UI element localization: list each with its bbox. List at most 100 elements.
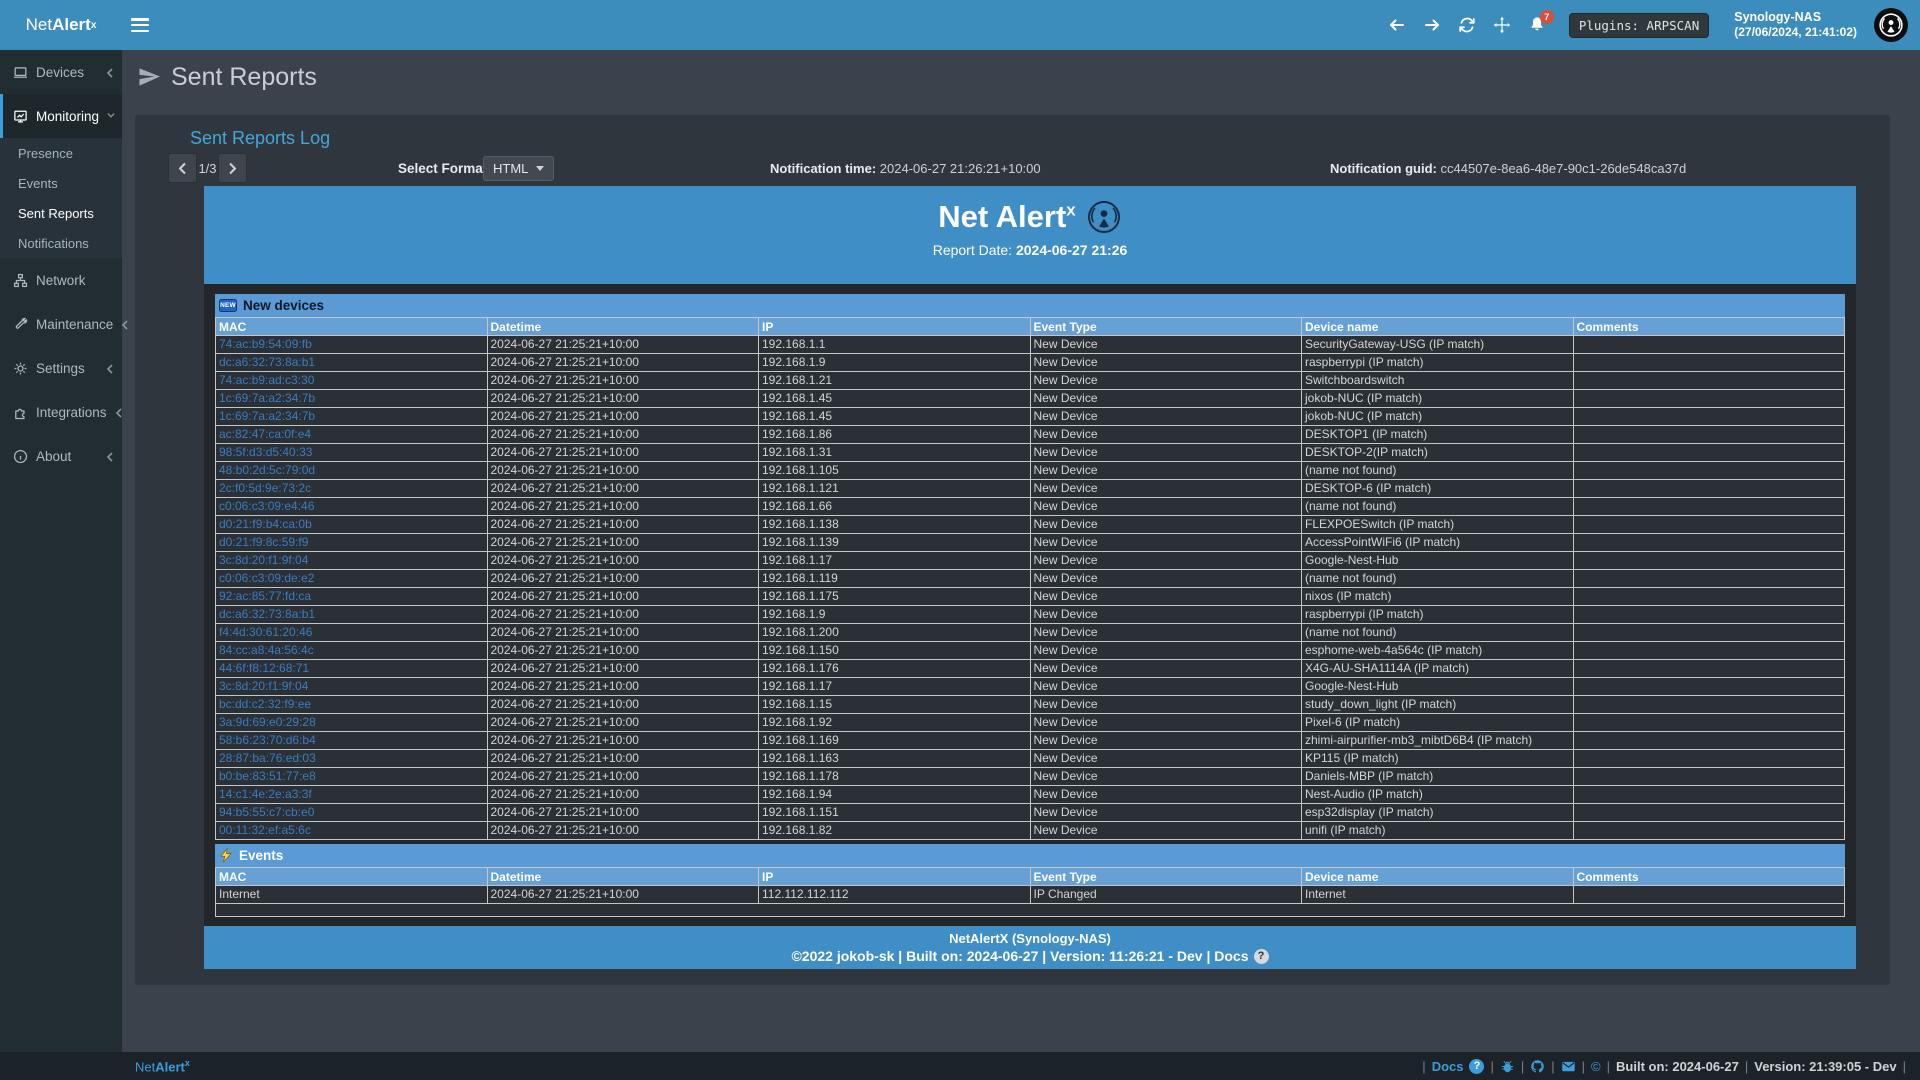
cell: 2024-06-27 21:25:21+10:00 [487, 588, 759, 606]
cell: 2024-06-27 21:25:21+10:00 [487, 696, 759, 714]
sidebar-item-notifications[interactable]: Notifications [0, 228, 122, 258]
sidebar-item-settings[interactable]: Settings [0, 346, 122, 390]
docs-help-icon[interactable]: ? [1469, 1059, 1484, 1074]
new-devices-table: MACDatetimeIPEvent TypeDevice nameCommen… [215, 317, 1845, 840]
mac-link[interactable]: 1c:69:7a:a2:34:7b [219, 391, 315, 405]
sidebar-item-sent-reports[interactable]: Sent Reports [0, 198, 122, 228]
cell: (name not found) [1302, 498, 1574, 516]
mac-link[interactable]: f4:4d:30:61:20:46 [219, 625, 312, 639]
sidebar-item-network[interactable]: Network [0, 258, 122, 302]
footer-version: Version: 21:39:05 - Dev [1754, 1059, 1896, 1074]
table-row: 44:6f:f8:12:68:71 2024-06-27 21:25:21+10:… [216, 660, 1845, 678]
mac-link[interactable]: 84:cc:a8:4a:56:4c [219, 643, 314, 657]
mac-link[interactable]: c0:06:c3:09:de:e2 [219, 571, 314, 585]
mac-link[interactable]: d0:21:f9:b4:ca:0b [219, 517, 312, 531]
table-row: bc:dd:c2:32:f9:ee 2024-06-27 21:25:21+10:… [216, 696, 1845, 714]
move-icon[interactable] [1493, 16, 1511, 34]
cell [1573, 498, 1845, 516]
email-icon[interactable] [1561, 1059, 1576, 1074]
mac-link[interactable]: 3a:9d:69:e0:29:28 [219, 715, 316, 729]
cell: jokob-NUC (IP match) [1302, 408, 1574, 426]
mac-link[interactable]: 28:87:ba:76:ed:03 [219, 751, 316, 765]
forward-arrow-icon[interactable] [1423, 16, 1441, 34]
footer-brand-link[interactable]: NetAlertx [135, 1058, 190, 1074]
mac-link[interactable]: c0:06:c3:09:e4:46 [219, 499, 314, 513]
cell: c0:06:c3:09:e4:46 [216, 498, 488, 516]
cell: 192.168.1.17 [759, 552, 1031, 570]
mac-link[interactable]: 3c:8d:20:f1:9f:04 [219, 553, 308, 567]
sidebar-item-events[interactable]: Events [0, 168, 122, 198]
table-row: ac:82:47:ca:0f:e42024-06-27 21:25:21+10:… [216, 426, 1845, 444]
cell: New Device [1030, 642, 1302, 660]
mac-link[interactable]: 14:c1:4e:2e:a3:3f [219, 787, 312, 801]
previous-page-button[interactable] [168, 153, 197, 183]
cell: 2c:f0:5d:9e:73:2c [216, 480, 488, 498]
mac-link[interactable]: 00:11:32:ef:a5:6c [219, 823, 311, 837]
github-icon[interactable] [1530, 1059, 1545, 1074]
mac-link[interactable]: dc:a6:32:73:8a:b1 [219, 355, 315, 369]
cell: New Device [1030, 624, 1302, 642]
sidebar-item-label: Maintenance [36, 317, 113, 332]
cell: 3c:8d:20:f1:9f:04 [216, 552, 488, 570]
app-logo[interactable]: NetAlertx [0, 0, 122, 50]
mac-link[interactable]: b0:be:83:51:77:e8 [219, 769, 316, 783]
cell [1573, 606, 1845, 624]
mac-link[interactable]: 74:ac:b9:ad:c3:30 [219, 373, 314, 387]
cell: 44:6f:f8:12:68:71 [216, 660, 488, 678]
mac-link[interactable]: 94:b5:55:c7:cb:e0 [219, 805, 314, 819]
report-title-alert: Alert [996, 199, 1067, 234]
mac-link[interactable]: 98:5f:d3:d5:40:33 [219, 445, 312, 459]
sidebar-item-devices[interactable]: Devices [0, 50, 122, 94]
sidebar-item-maintenance[interactable]: Maintenance [0, 302, 122, 346]
mac-link[interactable]: 48:b0:2d:5c:79:0d [219, 463, 315, 477]
cell: New Device [1030, 570, 1302, 588]
column-header: Device name [1302, 868, 1574, 886]
cell: KP115 (IP match) [1302, 750, 1574, 768]
cell: unifi (IP match) [1302, 822, 1574, 840]
cell: 192.168.1.9 [759, 606, 1031, 624]
notification-guid-label: Notification guid: [1330, 161, 1437, 176]
table-row: 3c:8d:20:f1:9f:042024-06-27 21:25:21+10:… [216, 678, 1845, 696]
plugins-status-badge[interactable]: Plugins: ARPSCAN [1569, 13, 1709, 38]
column-header: MAC [216, 318, 488, 336]
cell [1573, 372, 1845, 390]
mac-link[interactable]: 74:ac:b9:54:09:fb [219, 337, 312, 351]
bug-report-icon[interactable] [1500, 1059, 1515, 1074]
mac-link[interactable]: 44:6f:f8:12:68:71 [219, 661, 309, 675]
mac-link[interactable]: 1c:69:7a:a2:34:7b [219, 409, 315, 423]
cell: 192.168.1.138 [759, 516, 1031, 534]
cell: 2024-06-27 21:25:21+10:00 [487, 642, 759, 660]
back-arrow-icon[interactable] [1388, 16, 1406, 34]
sidebar-item-monitoring[interactable]: Monitoring [0, 94, 122, 138]
column-header: IP [759, 318, 1031, 336]
sidebar-item-about[interactable]: About [0, 434, 122, 478]
cell: DESKTOP-6 (IP match) [1302, 480, 1574, 498]
mac-link[interactable]: bc:dd:c2:32:f9:ee [219, 697, 311, 711]
copyright-symbol[interactable]: © [1591, 1059, 1601, 1074]
mac-link[interactable]: d0:21:f9:8c:59:f9 [219, 535, 308, 549]
report-preview: Net Alertx Report Date: 2024-06-27 21:26… [204, 186, 1856, 969]
cell: 2024-06-27 21:25:21+10:00 [487, 750, 759, 768]
next-page-button[interactable] [218, 153, 247, 183]
mac-link[interactable]: dc:a6:32:73:8a:b1 [219, 607, 315, 621]
mac-link[interactable]: 92:ac:85:77:fd:ca [219, 589, 311, 603]
submenu-label: Presence [18, 146, 73, 161]
mac-link[interactable]: 58:b6:23:70:d6:b4 [219, 733, 316, 747]
cell: New Device [1030, 462, 1302, 480]
sidebar-toggle-icon[interactable] [131, 18, 149, 32]
mac-link[interactable]: 3c:8d:20:f1:9f:04 [219, 679, 308, 693]
mac-link[interactable]: ac:82:47:ca:0f:e4 [219, 427, 311, 441]
sidebar-item-integrations[interactable]: Integrations [0, 390, 122, 434]
refresh-icon[interactable] [1458, 16, 1476, 34]
help-question-icon[interactable]: ? [1254, 949, 1269, 964]
user-avatar[interactable] [1874, 8, 1908, 42]
sent-reports-log-link[interactable]: Sent Reports Log [190, 128, 330, 149]
cell: 2024-06-27 21:25:21+10:00 [487, 660, 759, 678]
format-select[interactable]: HTML [483, 156, 554, 181]
docs-link[interactable]: Docs [1432, 1059, 1464, 1074]
mac-link[interactable]: 2c:f0:5d:9e:73:2c [219, 481, 311, 495]
table-row: 1c:69:7a:a2:34:7b2024-06-27 21:25:21+10:… [216, 390, 1845, 408]
sidebar-item-presence[interactable]: Presence [0, 138, 122, 168]
cell: (name not found) [1302, 462, 1574, 480]
notifications-bell-icon[interactable]: 7 [1528, 15, 1546, 35]
